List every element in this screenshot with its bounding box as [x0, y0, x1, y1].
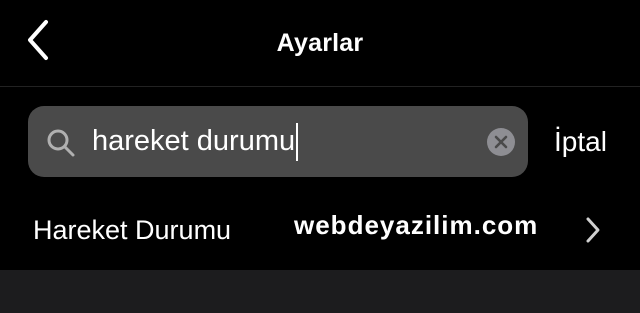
nav-divider — [0, 86, 640, 87]
clear-icon[interactable] — [486, 127, 516, 157]
empty-section — [0, 270, 640, 313]
watermark: webdeyazilim.com — [294, 210, 539, 240]
text-caret — [296, 122, 299, 161]
result-label: Hareket Durumu — [33, 215, 232, 245]
page-title: Ayarlar — [276, 29, 364, 57]
search-input-value: hareket durumu — [92, 125, 296, 157]
search-icon — [47, 129, 75, 157]
search-field[interactable]: hareket durumu — [28, 106, 528, 177]
chevron-right-icon — [586, 217, 600, 243]
cancel-button[interactable]: İptal — [554, 106, 607, 177]
navigation-bar: Ayarlar — [0, 0, 640, 86]
search-input[interactable]: hareket durumu — [92, 106, 299, 177]
result-row-hareket-durumu[interactable]: Hareket Durumu webdeyazilim.com — [0, 190, 640, 270]
